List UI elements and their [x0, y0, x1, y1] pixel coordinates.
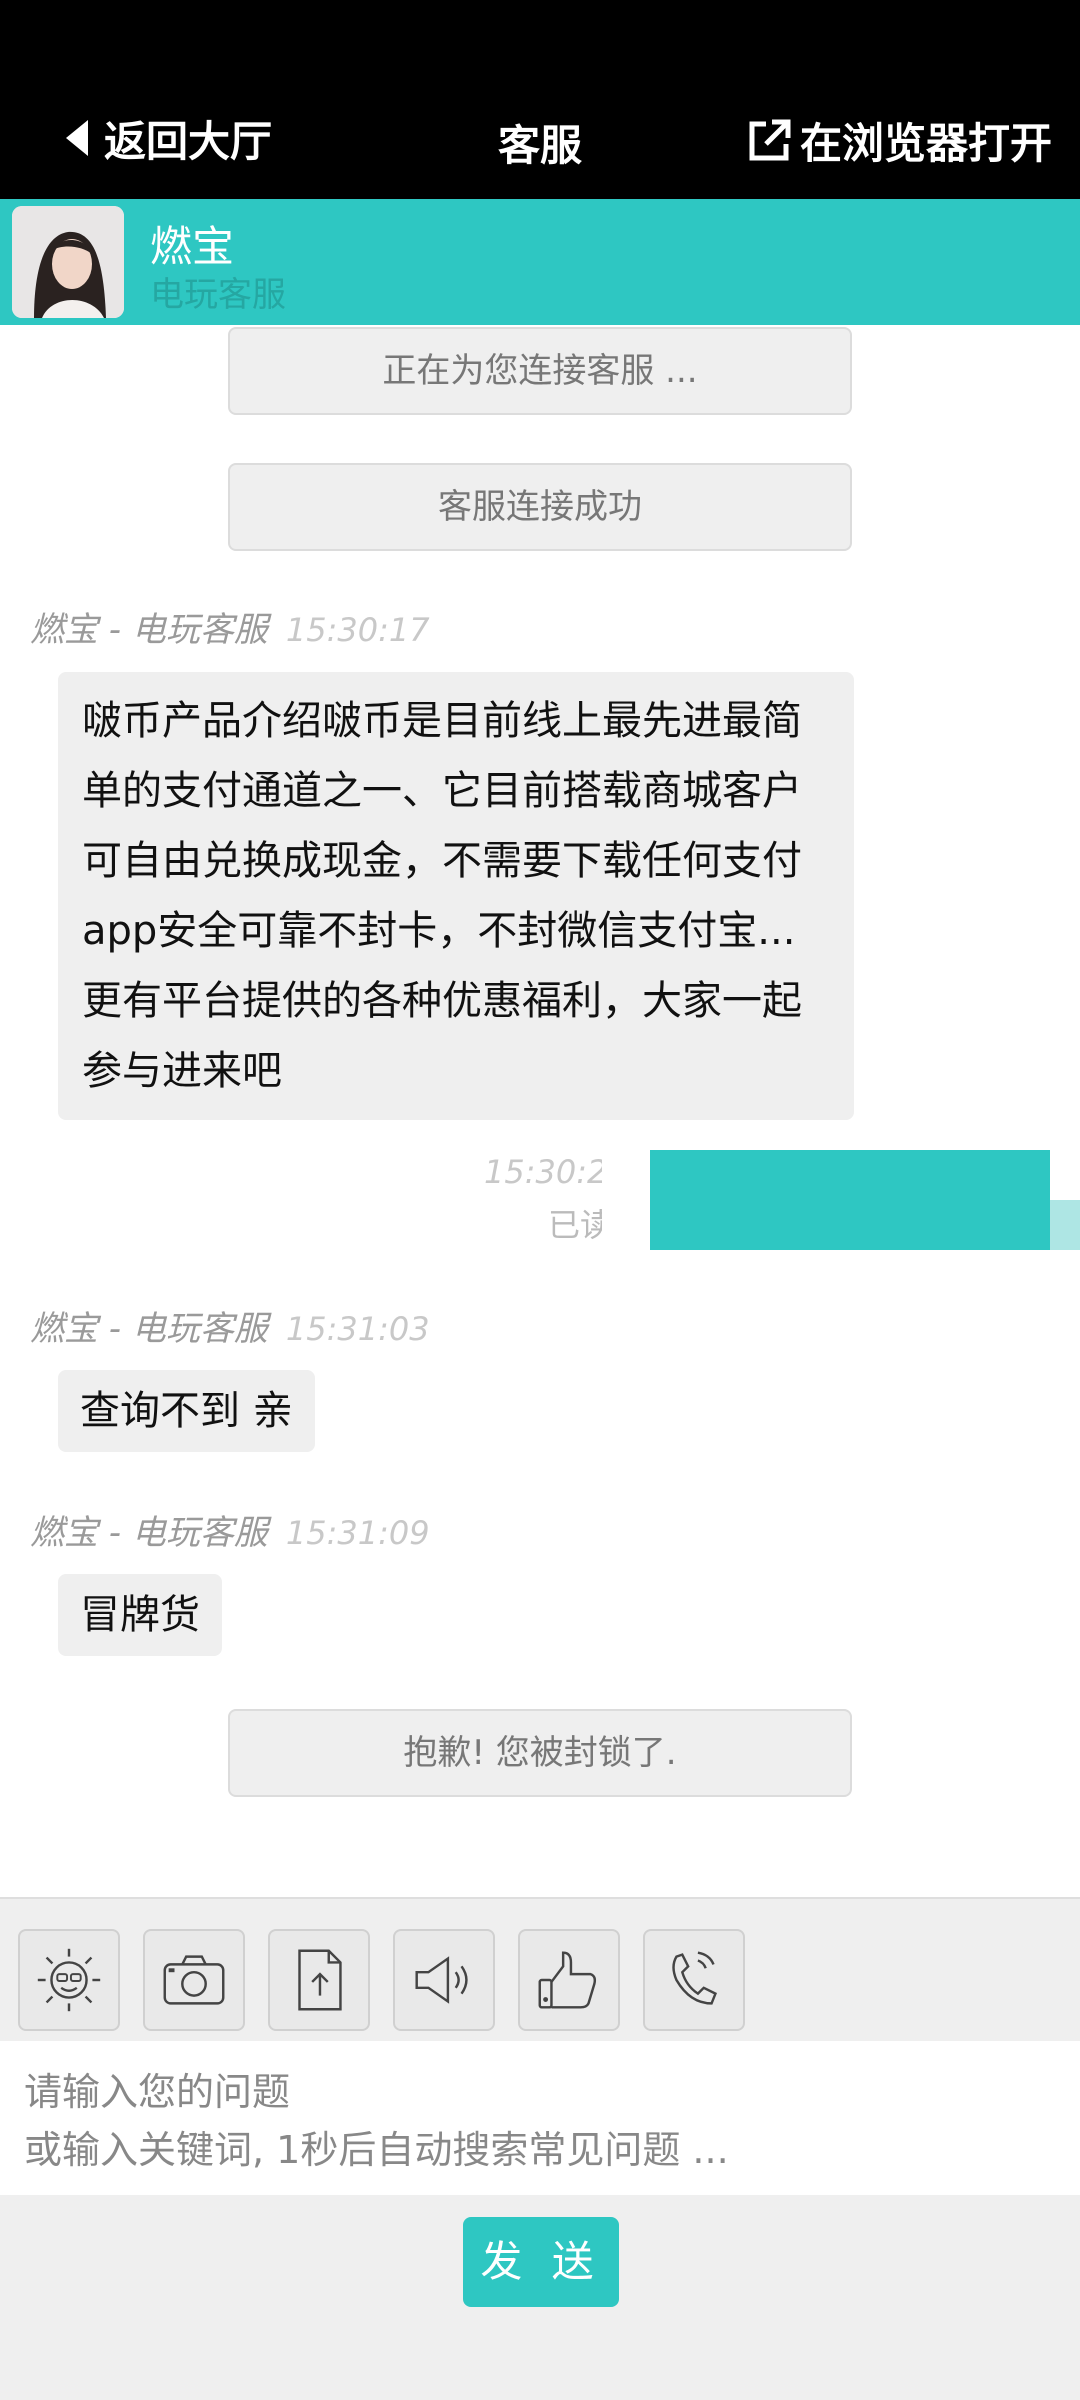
thumbs-up-icon	[538, 1951, 597, 2009]
agent-role: 电玩客服	[150, 275, 286, 315]
message-time: 15:31:03	[285, 1310, 430, 1348]
message-input-area	[0, 2041, 1080, 2195]
emoji-button[interactable]	[18, 1929, 120, 2031]
sender-name: 燃宝 - 电玩客服	[30, 1309, 268, 1349]
rate-service-button[interactable]	[518, 1929, 620, 2031]
message-input[interactable]	[0, 2041, 1080, 2195]
camera-icon	[163, 1955, 225, 2005]
voice-button[interactable]	[393, 1929, 495, 2031]
agent-header: 燃宝 电玩客服	[0, 199, 1080, 325]
message-meta: 燃宝 - 电玩客服 15:31:09	[30, 1505, 430, 1554]
system-notice-blocked: 抱歉! 您被封锁了.	[228, 1709, 852, 1797]
emoji-icon	[37, 1948, 101, 2012]
system-notice-connecting: 正在为您连接客服 ...	[228, 327, 852, 415]
message-meta: 燃宝 - 电玩客服 15:31:03	[30, 1301, 430, 1350]
phone-icon	[672, 1951, 717, 2005]
back-arrow-icon	[66, 120, 88, 156]
agent-name: 燃宝	[150, 222, 235, 271]
top-nav-bar: 返回大厅 客服 在浏览器打开	[0, 0, 1080, 199]
sender-name: 燃宝 - 电玩客服	[30, 610, 268, 650]
chat-toolbar	[0, 1897, 1080, 2043]
incoming-message-bubble: 啵币产品介绍啵币是目前线上最先进最简单的支付通道之一、它目前搭载商城客户可自由兑…	[58, 672, 854, 1120]
upload-file-button[interactable]	[268, 1929, 370, 2031]
read-status: 已读	[548, 1206, 602, 1244]
upload-icon	[298, 1949, 342, 2011]
sender-name: 燃宝 - 电玩客服	[30, 1513, 268, 1553]
message-time: 15:31:09	[285, 1514, 430, 1552]
outgoing-message-time: 15:30:2	[484, 1153, 602, 1191]
system-notice-connected: 客服连接成功	[228, 463, 852, 551]
send-bar: 发 送	[0, 2195, 1080, 2400]
message-meta: 燃宝 - 电玩客服 15:30:17	[30, 602, 430, 651]
message-time: 15:30:17	[285, 611, 430, 649]
agent-avatar	[12, 206, 124, 318]
open-in-browser-label: 在浏览器打开	[799, 119, 1052, 168]
open-in-browser-button[interactable]: 在浏览器打开	[746, 110, 1052, 171]
megaphone-icon	[415, 1956, 468, 2004]
incoming-message-bubble: 冒牌货	[58, 1574, 222, 1656]
outgoing-message-bubble	[650, 1150, 1050, 1250]
incoming-message-bubble: 查询不到 亲	[58, 1370, 315, 1452]
outgoing-bubble-edge	[1050, 1200, 1080, 1250]
send-button[interactable]: 发 送	[463, 2217, 619, 2307]
camera-button[interactable]	[143, 1929, 245, 2031]
back-to-lobby-button[interactable]: 返回大厅	[66, 112, 272, 166]
external-link-icon	[749, 119, 791, 160]
call-button[interactable]	[643, 1929, 745, 2031]
page-title: 客服	[497, 121, 582, 170]
back-button-label: 返回大厅	[104, 116, 273, 166]
